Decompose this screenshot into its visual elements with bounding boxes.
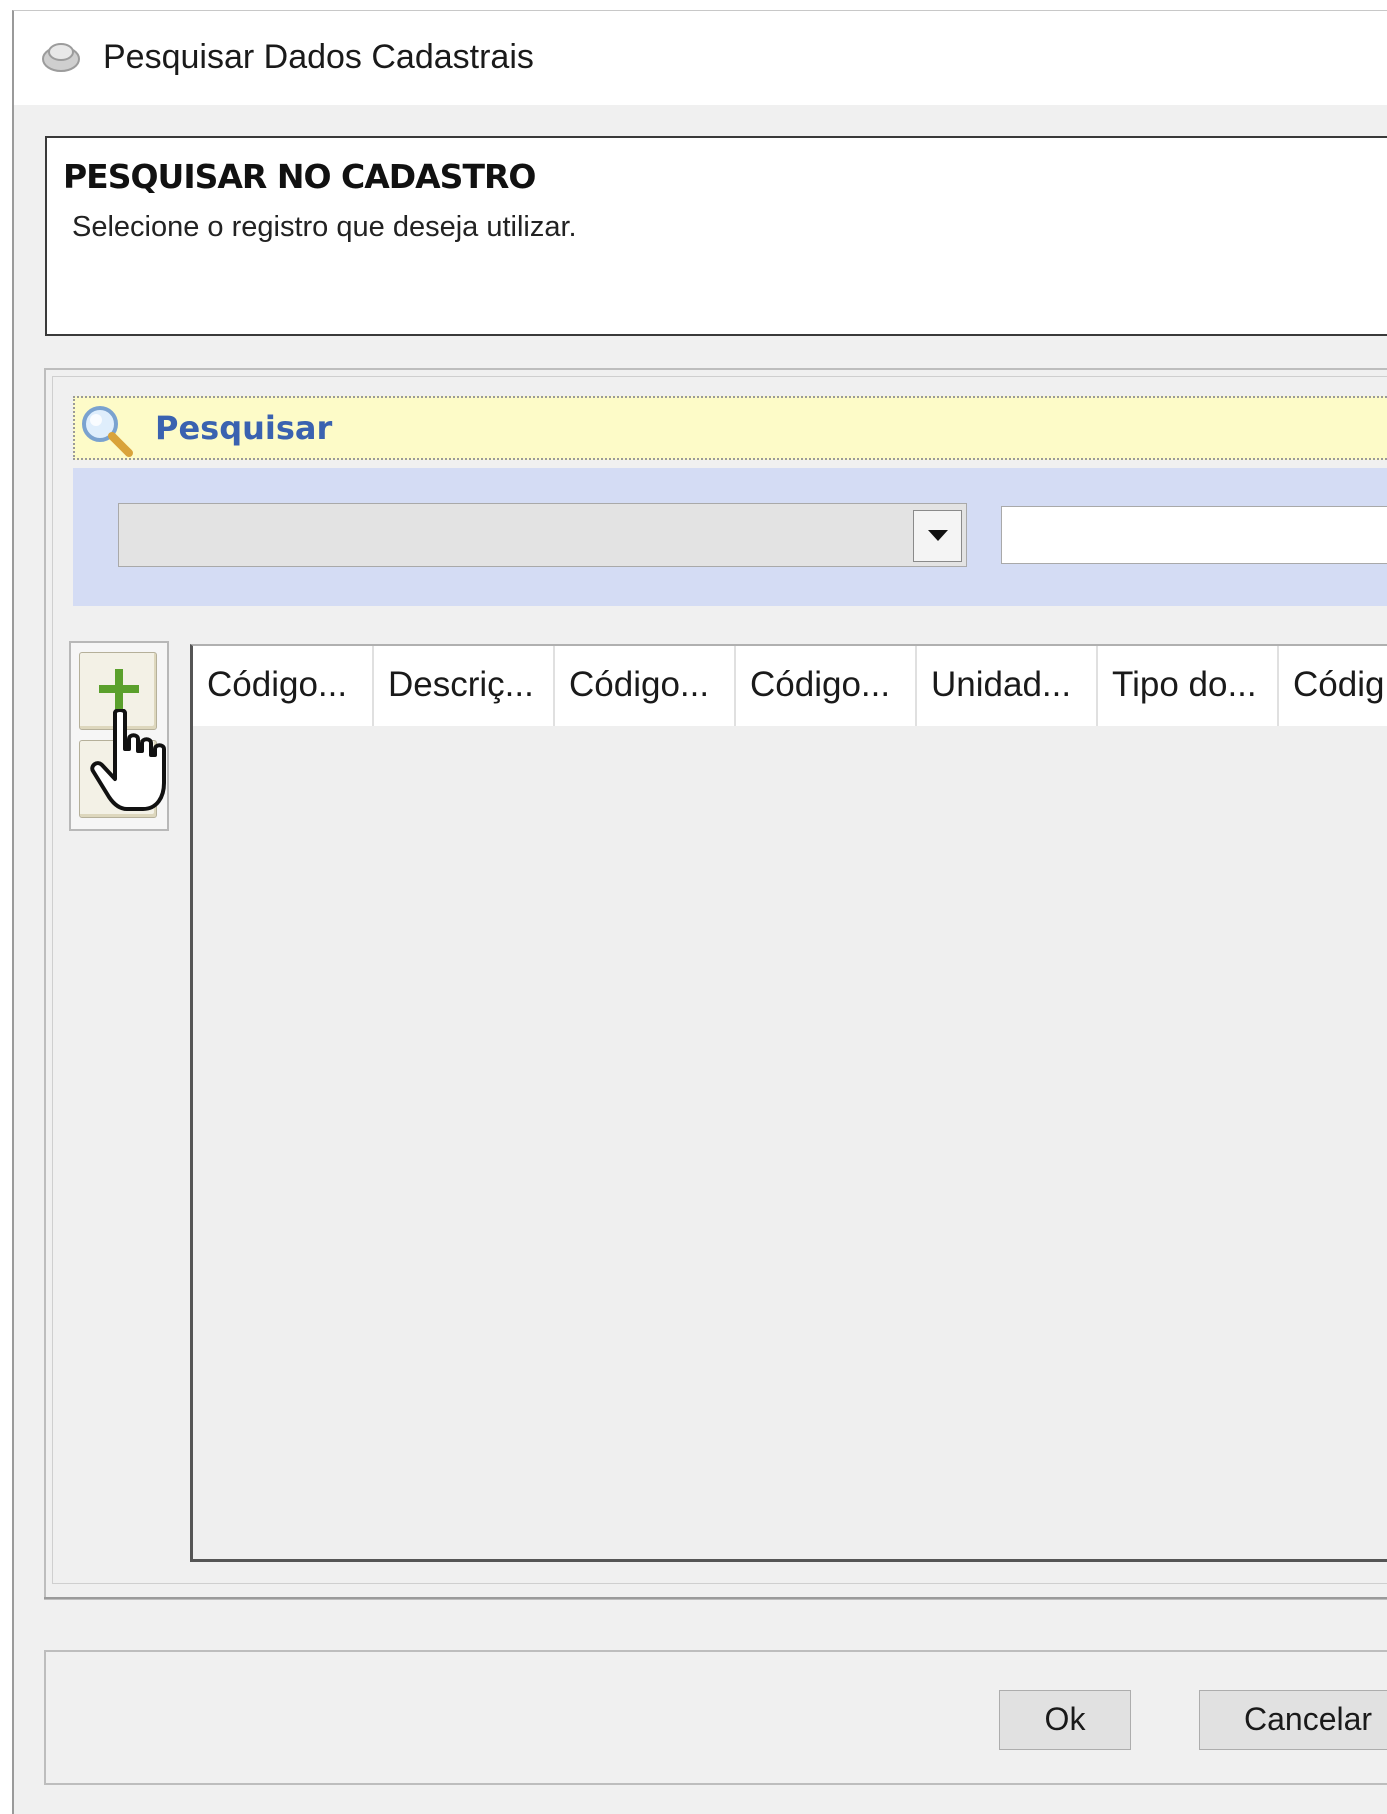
- app-icon: [42, 43, 80, 72]
- header-subtitle: Selecione o registro que deseja utilizar…: [72, 211, 577, 243]
- plus-icon: [99, 669, 139, 709]
- magnifier-icon: [82, 406, 133, 457]
- column-header[interactable]: Códig: [1279, 646, 1387, 726]
- chevron-down-icon: [928, 530, 948, 541]
- ok-button[interactable]: Ok: [999, 1690, 1131, 1750]
- cancel-button[interactable]: Cancelar: [1199, 1690, 1387, 1750]
- column-header[interactable]: Código...: [736, 646, 917, 726]
- footer-panel: [44, 1650, 1387, 1785]
- grid-header-row: Código... Descriç... Código... Código...…: [193, 646, 1387, 726]
- side-toolbar: [69, 641, 169, 831]
- window-title: Pesquisar Dados Cadastrais: [103, 38, 534, 76]
- divider: [44, 1597, 1387, 1599]
- column-header[interactable]: Tipo do...: [1098, 646, 1279, 726]
- hand-cursor-icon: [90, 709, 166, 811]
- results-grid[interactable]: Código... Descriç... Código... Código...…: [190, 644, 1387, 1562]
- column-header[interactable]: Descriç...: [374, 646, 555, 726]
- search-label[interactable]: Pesquisar: [155, 409, 332, 447]
- header-title: PESQUISAR NO CADASTRO: [63, 157, 536, 196]
- column-header[interactable]: Unidad...: [917, 646, 1098, 726]
- field-select-dropdown-button[interactable]: [913, 510, 962, 562]
- search-input[interactable]: [1001, 506, 1387, 564]
- column-header[interactable]: Código...: [555, 646, 736, 726]
- column-header[interactable]: Código...: [193, 646, 374, 726]
- field-select[interactable]: [118, 503, 967, 567]
